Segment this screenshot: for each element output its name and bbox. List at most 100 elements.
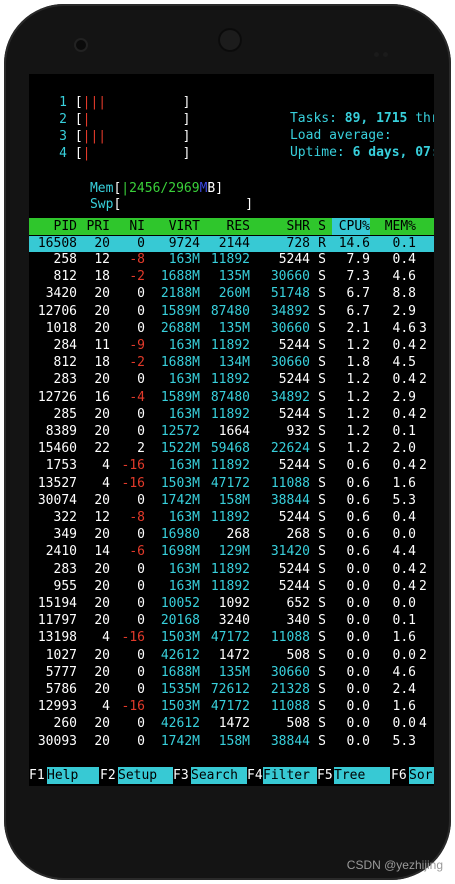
process-row[interactable]: 3420 20 0 2188M 260M 51748 S 6.7 8.8 [29,286,434,302]
process-row[interactable]: 283 20 0 163M 11892 5244 S 0.0 0.4 2 [29,562,434,578]
col-pid[interactable]: PID [29,218,77,235]
process-pid-cell: 30093 [37,733,77,749]
cpu-meter-3: 3 [|||] [43,129,190,145]
process-pri-cell: 20 [94,578,110,594]
process-ni-cell: 0 [137,561,145,577]
process-row[interactable]: 349 20 0 16980 268 268 S 0.6 0.0 [29,527,434,543]
process-row[interactable]: 1027 20 0 42612 1472 508 S 0.0 0.0 2 [29,648,434,664]
process-cpu-cell: 0.6 [346,475,370,491]
process-ni-cell: -16 [121,458,145,474]
process-mem-cell: 1.6 [392,699,416,715]
col-state[interactable]: S [314,218,326,235]
process-cpu-cell: 0.6 [346,510,370,525]
process-pid-cell: 13527 [37,475,77,491]
load-average: Load average: [289,128,392,143]
process-extra-cell: 2 [419,406,427,422]
process-row[interactable]: 12706 20 0 1589M 87480 34892 S 6.7 2.9 [29,304,434,320]
process-ni-cell: 0 [137,613,145,629]
process-virt-cell: 1688M [160,269,200,285]
process-pid-cell: 15460 [37,441,77,457]
process-ni-cell: 0 [137,647,145,663]
process-row[interactable]: 11797 20 0 20168 3240 340 S 0.0 0.1 [29,613,434,629]
process-row[interactable]: 5777 20 0 1688M 135M 30660 S 0.0 4.6 [29,665,434,681]
process-pri-cell: 4 [102,475,110,491]
process-row[interactable]: 15460 22 2 1522M 59468 22624 S 1.2 2.0 [29,441,434,457]
process-mem-cell: 1.6 [392,630,416,646]
fkey-f1[interactable]: F1 [29,767,45,784]
process-row[interactable]: 1018 20 0 2688M 135M 30660 S 2.1 4.6 3 [29,321,434,337]
process-virt-cell: 1589M [160,303,200,319]
process-cpu-cell: 0.0 [346,733,370,749]
col-cpu[interactable]: CPU% [332,218,370,235]
cpu-bars: | [82,146,91,161]
process-res-cell: 134M [218,355,250,371]
process-row[interactable]: 2410 14 -6 1698M 129M 31420 S 0.6 4.4 [29,544,434,560]
fkey-setup-button[interactable]: Setup [118,767,173,784]
process-virt-cell: 163M [168,561,200,577]
earpiece-speaker-icon [218,28,242,52]
terminal-screen[interactable]: 1 [|||] 2 [|] 3 [|||] 4 [|] Mem[|2456/2969M… [29,74,434,786]
process-row[interactable]: 5786 20 0 1535M 72612 21328 S 0.0 2.4 [29,682,434,698]
process-row[interactable]: 30093 20 0 1742M 158M 38844 S 0.0 5.3 [29,734,434,750]
process-res-cell: 72612 [210,682,250,697]
fkey-f4[interactable]: F4 [247,767,263,784]
col-ni[interactable]: NI [110,218,145,235]
process-row[interactable]: 283 20 0 163M 11892 5244 S 1.2 0.4 2 [29,372,434,388]
process-row[interactable]: 15194 20 0 10052 1092 652 S 0.0 0.0 [29,596,434,612]
process-row[interactable]: 8389 20 0 12572 1664 932 S 1.2 0.1 [29,424,434,440]
process-row[interactable]: 13198 4 -16 1503M 47172 11088 S 0.0 1.6 [29,630,434,646]
process-row[interactable]: 812 18 -2 1688M 135M 30660 S 7.3 4.6 [29,269,434,285]
process-row[interactable]: 12726 16 -4 1589M 87480 34892 S 1.2 2.9 [29,390,434,406]
col-res[interactable]: RES [200,218,250,235]
process-pri-cell: 4 [102,699,110,715]
fkey-filter-button[interactable]: Filter [263,767,317,784]
process-cpu-cell: 0.0 [346,613,370,629]
cpu-number: 1 [59,95,67,110]
col-virt[interactable]: VIRT [145,218,200,235]
process-row[interactable]: 13527 4 -16 1503M 47172 11088 S 0.6 1.6 [29,476,434,492]
fkey-f2[interactable]: F2 [100,767,116,784]
process-res-cell: 47172 [210,699,250,715]
process-mem-cell: 0.4 [392,406,416,422]
process-ni-cell: -4 [129,389,145,405]
process-extra-cell: 4 [419,716,427,732]
cpu-meter-4: 4 [|] [43,146,190,162]
process-row[interactable]: 30074 20 0 1742M 158M 38844 S 0.6 5.3 [29,493,434,509]
process-virt-cell: 2688M [160,320,200,336]
fkey-f3[interactable]: F3 [173,767,189,784]
fkey-f6[interactable]: F6 [391,767,407,784]
col-pri[interactable]: PRI [77,218,110,235]
process-res-cell: 1472 [218,647,250,663]
process-res-cell: 11892 [210,458,250,474]
process-s-cell: S [318,389,326,405]
process-shr-cell: 11088 [270,699,310,715]
process-shr-cell: 508 [286,647,310,663]
process-virt-cell: 1503M [160,630,200,646]
process-row[interactable]: 1753 4 -16 163M 11892 5244 S 0.6 0.4 2 [29,458,434,474]
process-pri-cell: 20 [94,596,110,611]
process-mem-cell: 0.0 [392,596,416,611]
process-row[interactable]: 285 20 0 163M 11892 5244 S 1.2 0.4 2 [29,407,434,423]
fkey-sor-button[interactable]: Sor [409,767,434,784]
process-row[interactable]: 322 12 -8 163M 11892 5244 S 0.6 0.4 [29,510,434,526]
mem-meter: Mem[|2456/2969MB] [89,181,224,196]
cpu-bars: ||| [82,95,107,110]
process-cpu-cell: 6.7 [346,303,370,319]
fkey-search-button[interactable]: Search [191,767,247,784]
process-row[interactable]: 812 18 -2 1688M 134M 30660 S 1.8 4.5 [29,355,434,371]
process-pid-cell: 283 [53,372,77,388]
process-pri-cell: 20 [94,406,110,422]
fkey-f5[interactable]: F5 [317,767,333,784]
col-shr[interactable]: SHR [250,218,310,235]
fkey-tree-button[interactable]: Tree [334,767,390,784]
col-mem[interactable]: MEM% [374,218,416,235]
process-shr-cell: 508 [286,716,310,732]
process-res-cell: 135M [218,664,250,680]
process-row[interactable]: 258 12 -8 163M 11892 5244 S 7.9 0.4 [29,252,434,268]
process-row[interactable]: 955 20 0 163M 11892 5244 S 0.0 0.4 2 [29,579,434,595]
process-row[interactable]: 260 20 0 42612 1472 508 S 0.0 0.0 4 [29,716,434,732]
process-row[interactable]: 284 11 -9 163M 11892 5244 S 1.2 0.4 2 [29,338,434,354]
swap-meter: Swp[] [89,197,254,212]
process-row[interactable]: 12993 4 -16 1503M 47172 11088 S 0.0 1.6 [29,699,434,715]
fkey-help-button[interactable]: Help [47,767,99,784]
